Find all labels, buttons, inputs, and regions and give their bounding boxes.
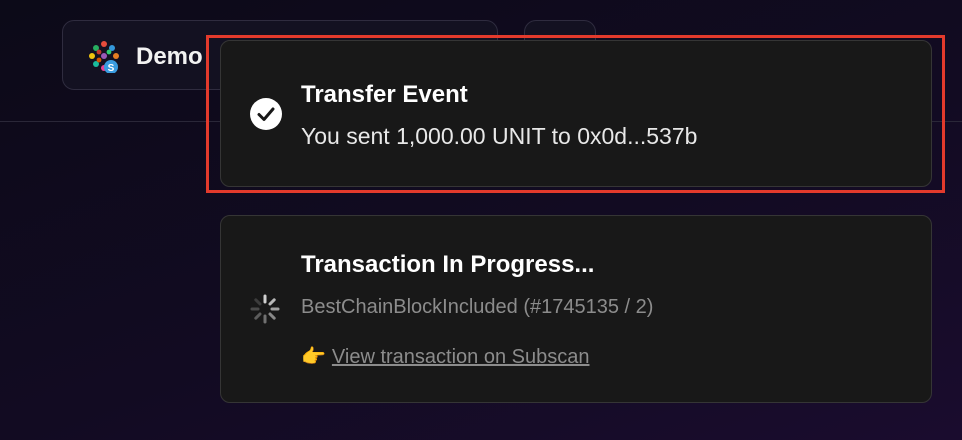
pointing-hand-icon: 👉 (301, 346, 326, 368)
spinner-icon (250, 294, 280, 324)
transaction-progress-toast[interactable]: Transaction In Progress... BestChainBloc… (220, 215, 932, 403)
transfer-event-toast[interactable]: Transfer Event You sent 1,000.00 UNIT to… (220, 40, 932, 187)
transaction-status: BestChainBlockIncluded (#1745135 / 2) (301, 296, 654, 318)
check-circle-icon (250, 98, 282, 130)
subscan-link-label: View transaction on Subscan (331, 346, 590, 368)
toast-message: You sent 1,000.00 UNIT to 0x0d...537b (301, 123, 698, 149)
polkadot-identicon-icon: S (89, 41, 119, 73)
toast-title: Transfer Event (301, 81, 468, 108)
svg-text:S: S (108, 63, 115, 73)
subscan-link[interactable]: 👉 View transaction on Subscan (301, 344, 589, 369)
toast-title: Transaction In Progress... (301, 251, 595, 278)
account-name: Demo (136, 43, 203, 70)
